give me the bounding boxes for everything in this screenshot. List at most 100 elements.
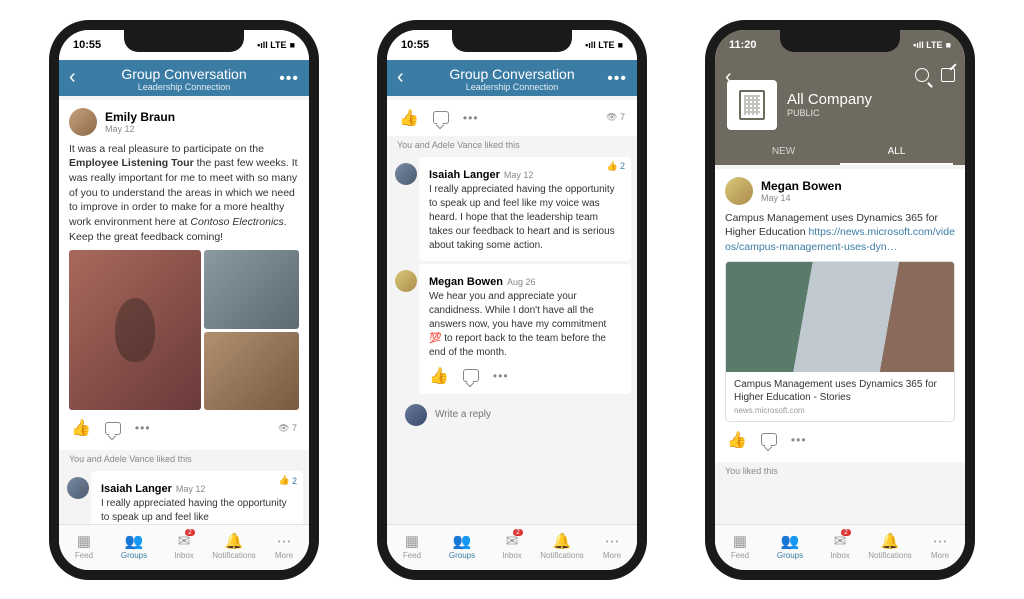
post-header: Megan Bowen May 14 [725, 177, 955, 205]
nav-more-button[interactable]: ••• [607, 70, 627, 88]
reply-card[interactable]: Megan Bowen Aug 26 We hear you and apprec… [419, 264, 631, 394]
tab-notifications[interactable]: 🔔Notifications [865, 525, 915, 570]
reply-body: We hear you and appreciate your candidne… [429, 290, 621, 360]
inbox-icon: ✉ [178, 534, 191, 549]
tab-bar: ▦Feed 👥Groups 2✉Inbox 🔔Notifications ⋯Mo… [715, 524, 965, 570]
like-button[interactable]: 👍 [727, 430, 747, 450]
inbox-badge: 2 [513, 529, 523, 536]
inbox-badge: 2 [841, 529, 851, 536]
back-button[interactable]: ‹ [725, 66, 732, 89]
avatar[interactable] [395, 270, 417, 292]
reply-author[interactable]: Isaiah Langer [429, 169, 500, 181]
tab-inbox[interactable]: 2✉Inbox [159, 525, 209, 570]
comment-button[interactable] [105, 422, 121, 435]
more-actions-button[interactable]: ••• [791, 433, 807, 447]
tab-more[interactable]: ⋯More [587, 525, 637, 570]
tab-groups[interactable]: 👥Groups [765, 525, 815, 570]
link-preview[interactable]: Campus Management uses Dynamics 365 for … [725, 261, 955, 422]
post-card[interactable]: Megan Bowen May 14 Campus Management use… [715, 169, 965, 462]
comment-button[interactable] [463, 369, 479, 382]
groups-icon: 👥 [781, 534, 800, 549]
like-button[interactable]: 👍 [71, 418, 91, 438]
more-icon: ⋯ [933, 534, 948, 549]
avatar[interactable] [725, 177, 753, 205]
content-area: 👍 ••• 👁 7 You and Adele Vance liked this… [387, 96, 637, 524]
status-icons: •ıll LTE■ [585, 40, 623, 50]
avatar [405, 404, 427, 426]
nav-subtitle: Leadership Connection [387, 82, 637, 92]
reply-card[interactable]: 👍 2 Isaiah LangerMay 12 I really appreci… [419, 157, 631, 261]
device-notch [452, 30, 572, 52]
action-bar: 👍 ••• 👁 7 [397, 108, 627, 132]
compose-icon[interactable] [941, 68, 955, 82]
search-icon[interactable] [915, 68, 929, 82]
tab-groups[interactable]: 👥Groups [437, 525, 487, 570]
tab-inbox[interactable]: 2✉Inbox [815, 525, 865, 570]
tab-inbox[interactable]: 2✉Inbox [487, 525, 537, 570]
phone-screen-3: 11:20 •ıll LTE■ ‹ All Company PUBLIC NEW… [705, 20, 975, 580]
phone-screen-2: 10:55 •ıll LTE■ ‹ Group Conversation Lea… [377, 20, 647, 580]
image-grid[interactable] [69, 250, 299, 410]
avatar[interactable] [395, 163, 417, 185]
groups-icon: 👥 [125, 534, 144, 549]
tab-all[interactable]: ALL [840, 140, 953, 165]
more-icon: ⋯ [605, 534, 620, 549]
tab-new[interactable]: NEW [727, 140, 840, 165]
tab-groups[interactable]: 👥Groups [109, 525, 159, 570]
avatar[interactable] [67, 477, 89, 499]
bell-icon: 🔔 [225, 534, 244, 549]
post-body: It was a real pleasure to participate on… [69, 142, 299, 245]
tab-feed[interactable]: ▦Feed [715, 525, 765, 570]
more-actions-button[interactable]: ••• [463, 111, 479, 125]
feed-icon: ▦ [77, 534, 91, 549]
like-button[interactable]: 👍 [429, 366, 449, 386]
tab-notifications[interactable]: 🔔Notifications [209, 525, 259, 570]
bell-icon: 🔔 [553, 534, 572, 549]
building-icon [739, 90, 765, 120]
tab-more[interactable]: ⋯More [259, 525, 309, 570]
tab-bar: ▦Feed 👥Groups 2✉Inbox 🔔Notifications ⋯Mo… [59, 524, 309, 570]
reply-author[interactable]: Isaiah Langer [101, 483, 172, 495]
comment-button[interactable] [761, 433, 777, 446]
nav-more-button[interactable]: ••• [279, 70, 299, 88]
liked-by-text: You liked this [715, 462, 965, 480]
tab-feed[interactable]: ▦Feed [59, 525, 109, 570]
tab-more[interactable]: ⋯More [915, 525, 965, 570]
groups-icon: 👥 [453, 534, 472, 549]
inbox-badge: 2 [185, 529, 195, 536]
nav-bar: ‹ Group Conversation Leadership Connecti… [387, 60, 637, 96]
status-time: 11:20 [729, 39, 757, 51]
post-author[interactable]: Emily Braun [105, 110, 175, 124]
post-card[interactable]: Emily Braun May 12 It was a real pleasur… [59, 100, 309, 451]
attached-image-3[interactable] [204, 332, 299, 411]
status-icons: •ıll LTE■ [913, 40, 951, 50]
reply-author[interactable]: Megan Bowen [429, 276, 503, 288]
reply-like-count: 👍 2 [607, 161, 625, 172]
inbox-icon: ✉ [834, 534, 847, 549]
nav-bar: ‹ Group Conversation Leadership Connecti… [59, 60, 309, 96]
status-time: 10:55 [73, 39, 101, 51]
reply-actions: 👍 ••• [429, 360, 621, 386]
reply-body: I really appreciated having the opportun… [101, 497, 293, 523]
attached-image-2[interactable] [204, 250, 299, 329]
action-bar: 👍 ••• 👁 7 [69, 410, 299, 442]
tab-feed[interactable]: ▦Feed [387, 525, 437, 570]
avatar[interactable] [69, 108, 97, 136]
group-avatar[interactable] [727, 80, 777, 130]
status-icons: •ıll LTE■ [257, 40, 295, 50]
tab-notifications[interactable]: 🔔Notifications [537, 525, 587, 570]
reply-card[interactable]: 👍 2 Isaiah LangerMay 12 I really appreci… [91, 471, 303, 523]
feed-icon: ▦ [405, 534, 419, 549]
post-author[interactable]: Megan Bowen [761, 179, 842, 193]
like-button[interactable]: 👍 [399, 108, 419, 128]
reply-input[interactable] [435, 409, 621, 420]
status-time: 10:55 [401, 39, 429, 51]
post-date: May 14 [761, 193, 842, 203]
comment-button[interactable] [433, 111, 449, 124]
reply-date: Aug 26 [507, 277, 536, 287]
more-actions-button[interactable]: ••• [493, 369, 509, 383]
inbox-icon: ✉ [506, 534, 519, 549]
reply-body: I really appreciated having the opportun… [429, 183, 621, 253]
attached-image-1[interactable] [69, 250, 201, 410]
more-actions-button[interactable]: ••• [135, 421, 151, 435]
